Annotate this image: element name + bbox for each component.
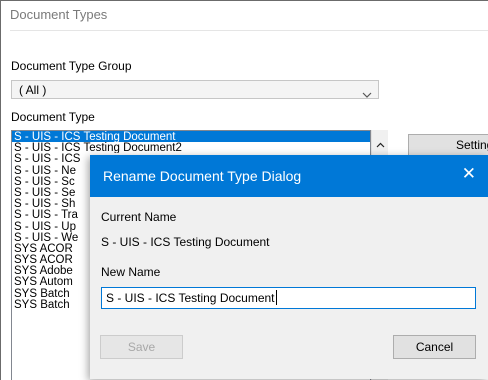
document-type-group-value: ( All ) — [19, 83, 47, 97]
window-title: Document Types — [10, 7, 108, 22]
new-name-input-text: S - UIS - ICS Testing Document — [106, 291, 275, 305]
list-item[interactable]: S - UIS - ICS Testing Document2 — [12, 142, 370, 153]
settings-button[interactable]: Settings — [408, 134, 488, 156]
close-icon[interactable]: ✕ — [462, 164, 476, 184]
dialog-title: Rename Document Type Dialog — [103, 168, 302, 184]
text-caret — [276, 290, 277, 305]
chevron-up-icon[interactable] — [376, 135, 385, 153]
current-name-label: Current Name — [101, 210, 177, 224]
chevron-down-icon[interactable] — [362, 86, 372, 104]
cancel-button[interactable]: Cancel — [393, 335, 476, 359]
document-type-group-label: Document Type Group — [11, 59, 132, 73]
list-item[interactable]: S - UIS - ICS Testing Document — [12, 131, 370, 143]
save-button[interactable]: Save — [100, 335, 183, 359]
dialog-title-bar: Rename Document Type Dialog ✕ — [90, 155, 488, 197]
new-name-label: New Name — [101, 265, 161, 279]
title-separator — [10, 30, 488, 31]
rename-document-type-dialog: Rename Document Type Dialog ✕ Current Na… — [90, 155, 488, 379]
new-name-input[interactable]: S - UIS - ICS Testing Document — [101, 287, 476, 309]
current-name-value: S - UIS - ICS Testing Document — [101, 235, 270, 249]
document-type-group-select[interactable]: ( All ) — [11, 80, 379, 99]
document-type-label: Document Type — [11, 110, 95, 124]
